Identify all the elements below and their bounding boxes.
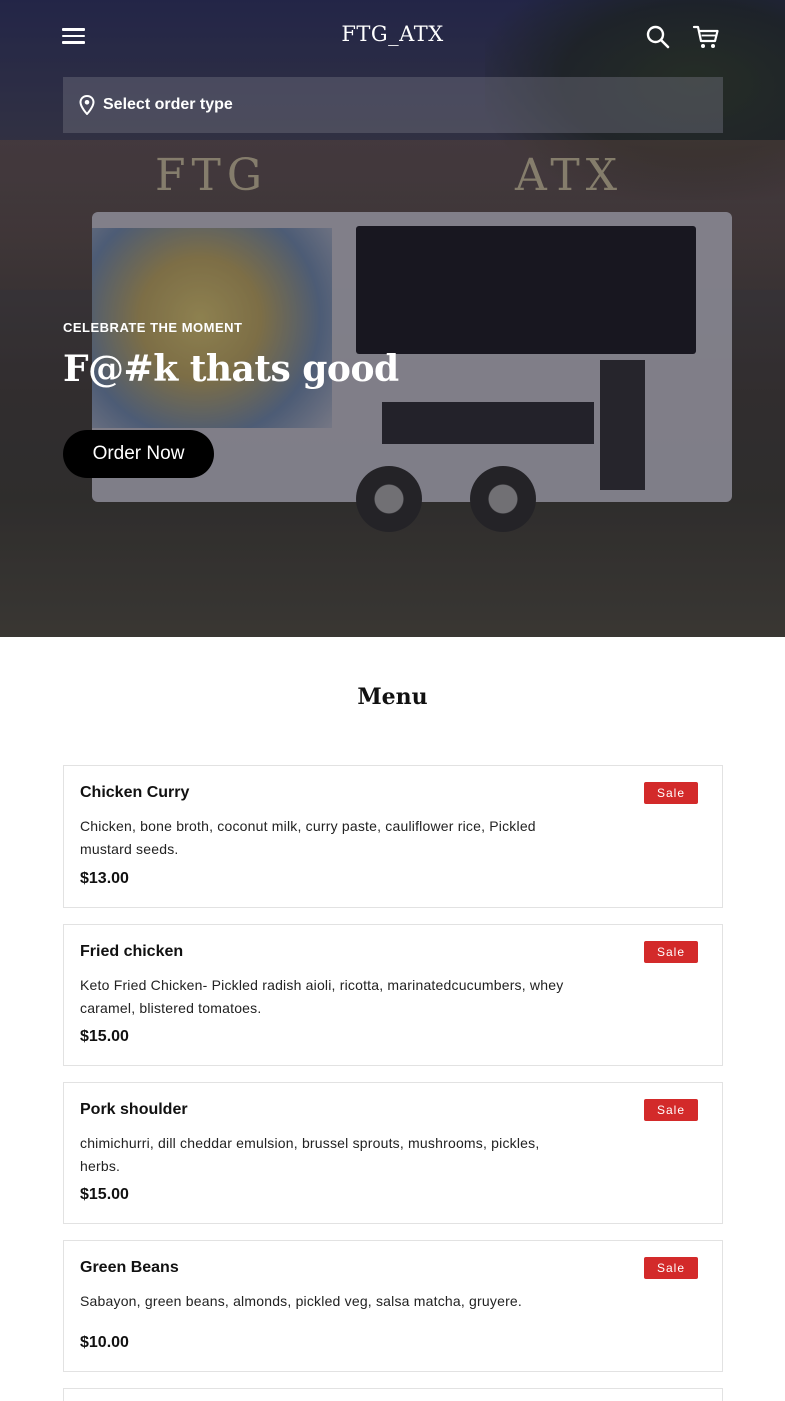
sale-badge: Sale (644, 1257, 698, 1279)
cart-icon[interactable] (692, 24, 720, 50)
menu-item-card[interactable]: Green Beans Sale Sabayon, green beans, a… (63, 1240, 723, 1372)
menu-item-card[interactable]: Chicken Curry Sale Chicken, bone broth, … (63, 765, 723, 908)
menu-item-card[interactable]: Pork shoulder Sale chimichurri, dill che… (63, 1082, 723, 1224)
menu-item-description: chimichurri, dill cheddar emulsion, brus… (80, 1135, 540, 1174)
menu-item-description: Chicken, bone broth, coconut milk, curry… (80, 818, 536, 857)
sale-badge: Sale (644, 1099, 698, 1121)
menu-item-name: Green Beans (80, 1259, 179, 1276)
menu-item-description: Keto Fried Chicken- Pickled radish aioli… (80, 977, 564, 1016)
order-now-button[interactable]: Order Now (63, 430, 214, 478)
location-pin-icon (79, 95, 95, 115)
hero-headline: F@#k thats good (63, 348, 399, 390)
menu-item-description: Sabayon, green beans, almonds, pickled v… (80, 1293, 523, 1309)
hero-eyebrow: CELEBRATE THE MOMENT (63, 320, 243, 335)
order-type-selector[interactable]: Select order type (63, 77, 723, 133)
sale-badge: Sale (644, 782, 698, 804)
menu-item-price: $15.00 (80, 1186, 129, 1203)
search-icon[interactable] (645, 24, 671, 50)
menu-section-title: Menu (357, 684, 428, 710)
sale-badge: Sale (644, 941, 698, 963)
menu-item-price: $13.00 (80, 870, 129, 887)
menu-item-price: $10.00 (80, 1334, 129, 1351)
top-navigation: FTG_ATX (0, 0, 785, 74)
order-type-label: Select order type (103, 96, 233, 113)
menu-item-price: $15.00 (80, 1028, 129, 1045)
menu-item-name: Pork shoulder (80, 1101, 188, 1118)
menu-item-card[interactable]: Fried chicken Sale Keto Fried Chicken- P… (63, 924, 723, 1066)
menu-item-name: Chicken Curry (80, 784, 190, 801)
menu-item-name: Fried chicken (80, 943, 184, 960)
menu-item-card[interactable] (63, 1388, 723, 1401)
